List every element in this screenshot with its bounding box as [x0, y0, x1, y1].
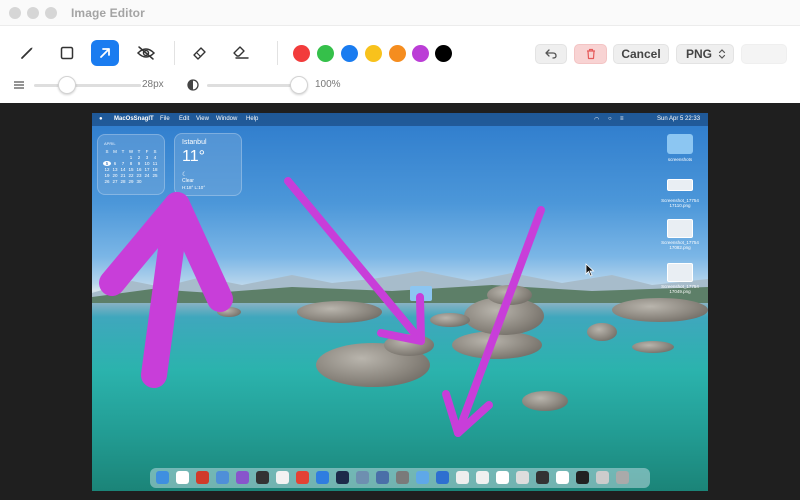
annotation-layer[interactable] [92, 113, 708, 491]
annotation-arrow[interactable] [99, 192, 233, 388]
color-swatch-black[interactable] [435, 45, 452, 62]
screenshot-image[interactable]: ● MacOsSnagIT File Edit View Window Help… [92, 113, 708, 491]
annotation-arrow[interactable] [284, 177, 425, 345]
toolbar-divider [174, 41, 175, 65]
toolbar-divider [277, 41, 278, 65]
blur-tool-button[interactable] [132, 40, 160, 66]
color-swatch-blue[interactable] [341, 45, 358, 62]
pen-tool-button[interactable] [13, 40, 41, 66]
stroke-size-slider-knob[interactable] [58, 76, 76, 94]
line-weight-icon [14, 81, 24, 89]
color-swatch-red[interactable] [293, 45, 310, 62]
color-swatch-orange[interactable] [389, 45, 406, 62]
opacity-icon [187, 79, 199, 91]
title-bar: Image Editor [0, 0, 800, 26]
color-swatch-green[interactable] [317, 45, 334, 62]
editor-canvas[interactable]: ● MacOsSnagIT File Edit View Window Help… [0, 103, 800, 500]
opacity-slider-knob[interactable] [290, 76, 308, 94]
pen-icon [21, 47, 33, 59]
stroke-size-control: 28px [13, 76, 173, 94]
trash-icon [586, 48, 595, 60]
delete-button[interactable] [574, 44, 607, 64]
cancel-button[interactable]: Cancel [613, 44, 669, 64]
format-select-value: PNG [686, 47, 713, 61]
opacity-control: 100% [187, 76, 347, 94]
arrow-tool-button[interactable] [91, 40, 119, 66]
square-icon [60, 46, 74, 60]
save-button[interactable]: Save [741, 44, 787, 64]
color-swatch-yellow[interactable] [365, 45, 382, 62]
chevron-up-down-icon [718, 49, 726, 59]
annotation-arrow[interactable] [442, 206, 545, 437]
undo-button[interactable] [535, 44, 567, 64]
close-window-button[interactable] [9, 7, 21, 19]
eraser-icon [233, 46, 249, 59]
rectangle-tool-button[interactable] [53, 40, 81, 66]
maximize-window-button[interactable] [45, 7, 57, 19]
editor-toolbar: Cancel PNG Save 28px 100% [0, 26, 800, 103]
color-swatch-purple[interactable] [412, 45, 429, 62]
window-title: Image Editor [71, 6, 145, 20]
opacity-value: 100% [315, 79, 341, 90]
stroke-size-value: 28px [142, 79, 164, 90]
minimize-window-button[interactable] [27, 7, 39, 19]
highlighter-tool-button[interactable] [186, 40, 214, 66]
format-select[interactable]: PNG [676, 44, 734, 64]
eraser-tool-button[interactable] [227, 40, 255, 66]
stroke-size-slider-track[interactable] [34, 84, 141, 87]
eye-slash-icon [136, 46, 156, 60]
highlighter-icon [193, 47, 206, 60]
undo-icon [545, 49, 557, 59]
arrow-up-right-icon [100, 48, 110, 58]
